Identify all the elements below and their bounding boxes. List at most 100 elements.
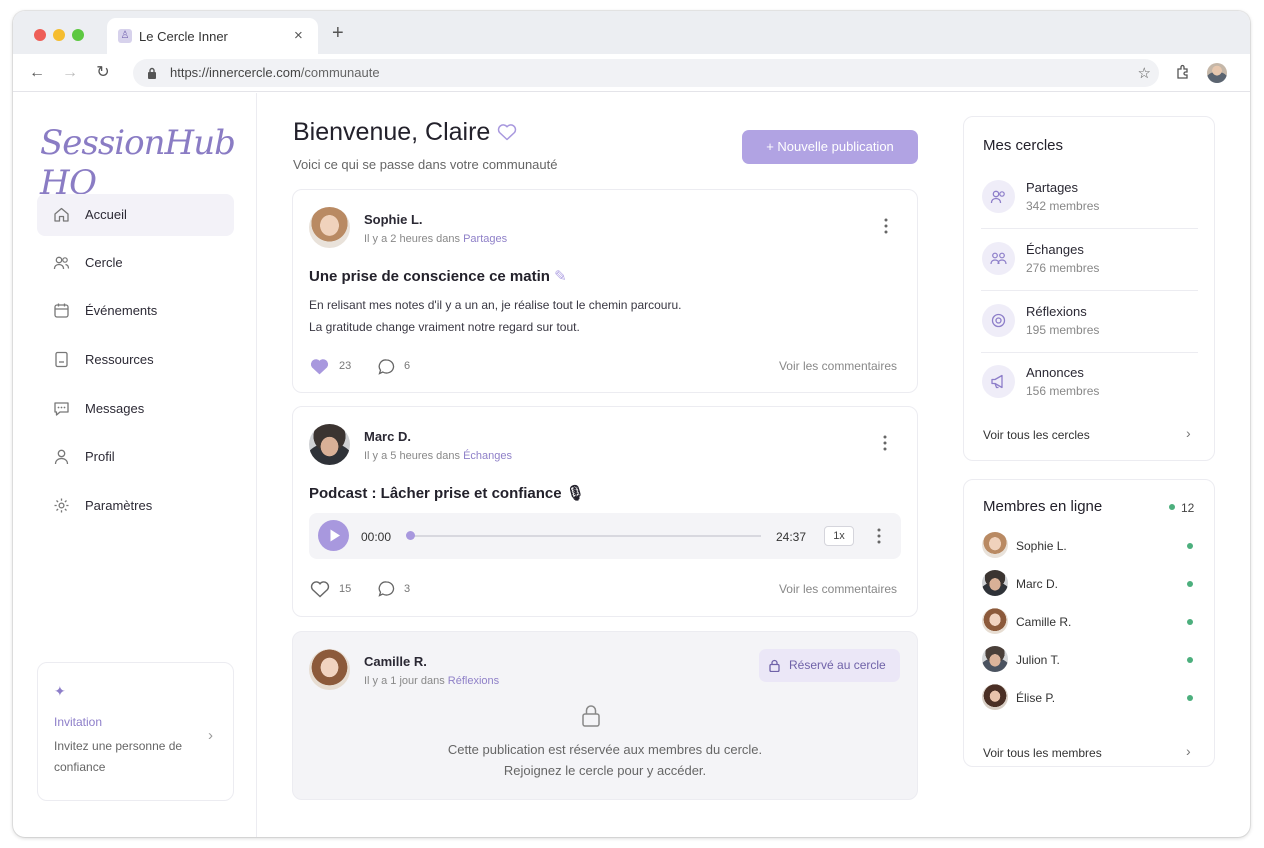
sidebar-item-messages[interactable]: Messages <box>37 388 234 430</box>
browser-tab[interactable]: ♙ Le Cercle Inner × <box>107 18 318 54</box>
post-author[interactable]: Sophie L. <box>364 212 423 227</box>
sidebar-item-accueil[interactable]: Accueil <box>37 194 234 236</box>
play-button[interactable] <box>318 520 349 551</box>
post-card: Sophie L. Il y a 2 heures dans Partages … <box>292 189 918 393</box>
circle-item-echanges[interactable]: Échanges 276 membres <box>981 229 1198 291</box>
comments-count: 3 <box>404 583 411 595</box>
feather-icon: ✎ <box>554 268 567 285</box>
sidebar-item-label: Événements <box>85 303 158 318</box>
more-options-icon[interactable] <box>881 217 891 235</box>
maximize-window-button[interactable] <box>72 29 84 41</box>
sidebar-item-evenements[interactable]: Événements <box>37 290 234 332</box>
comment-icon[interactable] <box>377 358 396 376</box>
circle-name: Échanges <box>1026 242 1084 257</box>
view-all-members-link[interactable]: Voir tous les membres <box>983 746 1102 760</box>
circle-count: 342 membres <box>1026 199 1100 213</box>
online-status-icon <box>1187 543 1193 549</box>
sidebar-item-label: Paramètres <box>85 498 153 513</box>
post-card: Marc D. Il y a 5 heures dans Échanges Po… <box>292 406 918 617</box>
home-icon <box>54 207 69 222</box>
playback-speed-button[interactable]: 1x <box>824 526 854 546</box>
online-dot-icon <box>1169 504 1175 510</box>
post-card-locked: Camille R. Il y a 1 jour dans Réflexions… <box>292 631 918 800</box>
minimize-window-button[interactable] <box>53 29 65 41</box>
reload-icon[interactable]: ↻ <box>92 62 114 84</box>
post-author[interactable]: Camille R. <box>364 654 427 669</box>
tab-close-icon[interactable]: × <box>294 27 303 44</box>
bookmark-star-icon[interactable]: ☆ <box>1138 64 1151 82</box>
reserved-badge[interactable]: Réservé au cercle <box>759 649 900 682</box>
close-window-button[interactable] <box>34 29 46 41</box>
avatar <box>309 649 350 690</box>
post-meta: Il y a 1 jour dans Réflexions <box>364 675 500 687</box>
avatar <box>309 424 350 465</box>
comments-count: 6 <box>404 360 411 372</box>
online-status-icon <box>1187 695 1193 701</box>
more-options-icon[interactable] <box>880 434 890 452</box>
audio-player: 00:00 24:37 1x <box>309 513 901 559</box>
circle-item-annonces[interactable]: Annonces 156 membres <box>981 352 1198 414</box>
member-item[interactable]: Julion T. <box>981 640 1198 678</box>
circle-item-partages[interactable]: Partages 342 membres <box>981 167 1198 229</box>
view-comments-link[interactable]: Voir les commentaires <box>779 359 897 373</box>
circle-item-reflexions[interactable]: Réflexions 195 membres <box>981 291 1198 353</box>
sidebar-item-ressources[interactable]: Ressources <box>37 339 234 381</box>
circle-count: 276 membres <box>1026 261 1100 275</box>
online-members-card: Membres en ligne 12 Sophie L. Marc D. Ca… <box>963 479 1215 767</box>
users-icon <box>982 180 1015 213</box>
favicon-icon: ♙ <box>118 29 132 43</box>
online-card-title: Membres en ligne <box>983 498 1103 515</box>
profile-avatar-icon[interactable] <box>1207 63 1227 83</box>
member-item[interactable]: Camille R. <box>981 602 1198 640</box>
address-bar[interactable]: https://innercercle.com/communaute ☆ <box>133 59 1159 87</box>
more-options-icon[interactable] <box>874 527 884 545</box>
book-icon <box>55 351 68 368</box>
forward-icon[interactable]: → <box>59 62 81 84</box>
post-circle-link[interactable]: Échanges <box>463 450 512 462</box>
sidebar-item-parametres[interactable]: Paramètres <box>37 485 234 527</box>
post-circle-link[interactable]: Partages <box>463 233 507 245</box>
post-circle-link[interactable]: Réflexions <box>448 675 499 687</box>
group-icon <box>982 242 1015 275</box>
play-icon <box>330 529 340 542</box>
post-meta: Il y a 2 heures dans Partages <box>364 233 508 245</box>
online-status-icon <box>1187 619 1193 625</box>
heart-filled-icon[interactable] <box>310 358 329 375</box>
sidebar-item-cercle[interactable]: Cercle <box>37 242 234 284</box>
member-item[interactable]: Marc D. <box>981 564 1198 602</box>
member-item[interactable]: Sophie L. <box>981 526 1198 564</box>
view-comments-link[interactable]: Voir les commentaires <box>779 582 897 596</box>
new-post-button[interactable]: + Nouvelle publication <box>742 130 918 164</box>
invite-text: Invitez une personne de confiance <box>54 739 183 774</box>
chevron-right-icon[interactable]: › <box>1186 425 1191 441</box>
member-item[interactable]: Élise P. <box>981 678 1198 716</box>
tab-title: Le Cercle Inner <box>139 29 228 44</box>
invite-card[interactable]: ✦ Invitation Invitez une personne de con… <box>37 662 234 801</box>
audio-progress-track[interactable] <box>409 535 761 537</box>
heart-outline-icon[interactable] <box>310 580 330 598</box>
audio-progress-knob[interactable] <box>406 531 415 540</box>
sidebar-item-label: Messages <box>85 401 145 416</box>
back-icon[interactable]: ← <box>26 62 48 84</box>
invite-title: Invitation <box>54 715 103 729</box>
sidebar: SessionHub HQ Accueil Cercle Événements … <box>13 93 257 837</box>
view-all-circles-link[interactable]: Voir tous les cercles <box>983 428 1090 442</box>
comment-icon[interactable] <box>377 580 396 598</box>
chevron-right-icon[interactable]: › <box>1186 743 1191 759</box>
extensions-icon[interactable] <box>1175 64 1191 80</box>
circles-card-title: Mes cercles <box>983 137 1064 154</box>
circles-card: Mes cercles Partages 342 membres Échange… <box>963 116 1215 461</box>
post-title: Podcast : Lâcher prise et confiance 🎙 <box>309 485 585 502</box>
avatar <box>982 532 1008 558</box>
users-icon <box>53 256 70 270</box>
new-tab-icon[interactable]: + <box>332 23 344 43</box>
chat-icon <box>54 402 69 416</box>
sidebar-item-profil[interactable]: Profil <box>37 436 234 478</box>
avatar <box>982 684 1008 710</box>
post-author[interactable]: Marc D. <box>364 429 411 444</box>
circle-name: Partages <box>1026 180 1079 195</box>
avatar <box>982 608 1008 634</box>
avatar <box>309 207 350 248</box>
member-name: Marc D. <box>1016 577 1058 591</box>
lock-icon <box>582 705 600 727</box>
